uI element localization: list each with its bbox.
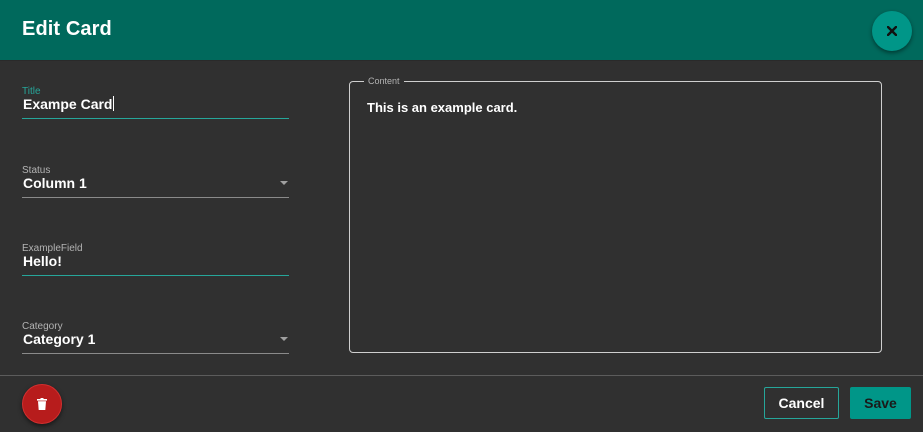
status-select[interactable]: Status Column 1 xyxy=(22,165,289,201)
cancel-button[interactable]: Cancel xyxy=(764,387,839,419)
dropdown-arrow-icon xyxy=(280,181,288,185)
content-text: This is an example card. xyxy=(367,100,518,115)
title-input[interactable]: Exampe Card xyxy=(23,96,115,112)
example-field-underline xyxy=(22,275,289,276)
example-field[interactable]: ExampleField Hello! xyxy=(22,243,289,279)
status-field-underline xyxy=(22,197,289,198)
close-icon xyxy=(887,26,897,36)
delete-button[interactable] xyxy=(22,384,62,424)
content-label: Content xyxy=(364,76,404,86)
category-select-value: Category 1 xyxy=(23,331,96,347)
save-button[interactable]: Save xyxy=(850,387,911,419)
trash-icon xyxy=(37,398,47,410)
title-input-value: Exampe Card xyxy=(23,96,113,112)
dialog-header: Edit Card xyxy=(0,0,923,61)
category-select[interactable]: Category Category 1 xyxy=(22,321,289,357)
title-field-underline xyxy=(22,118,289,119)
edit-card-dialog: Edit Card Title Exampe Card Status Colum… xyxy=(0,0,923,432)
content-textarea[interactable]: Content This is an example card. xyxy=(349,76,882,353)
footer-divider xyxy=(0,375,923,376)
dropdown-arrow-icon xyxy=(280,337,288,341)
title-field[interactable]: Title Exampe Card xyxy=(22,86,289,122)
example-field-value: Hello! xyxy=(23,253,62,269)
text-caret xyxy=(113,96,115,111)
category-field-underline xyxy=(22,353,289,354)
status-select-value: Column 1 xyxy=(23,175,87,191)
close-button[interactable] xyxy=(872,11,912,51)
dialog-title: Edit Card xyxy=(22,18,112,40)
